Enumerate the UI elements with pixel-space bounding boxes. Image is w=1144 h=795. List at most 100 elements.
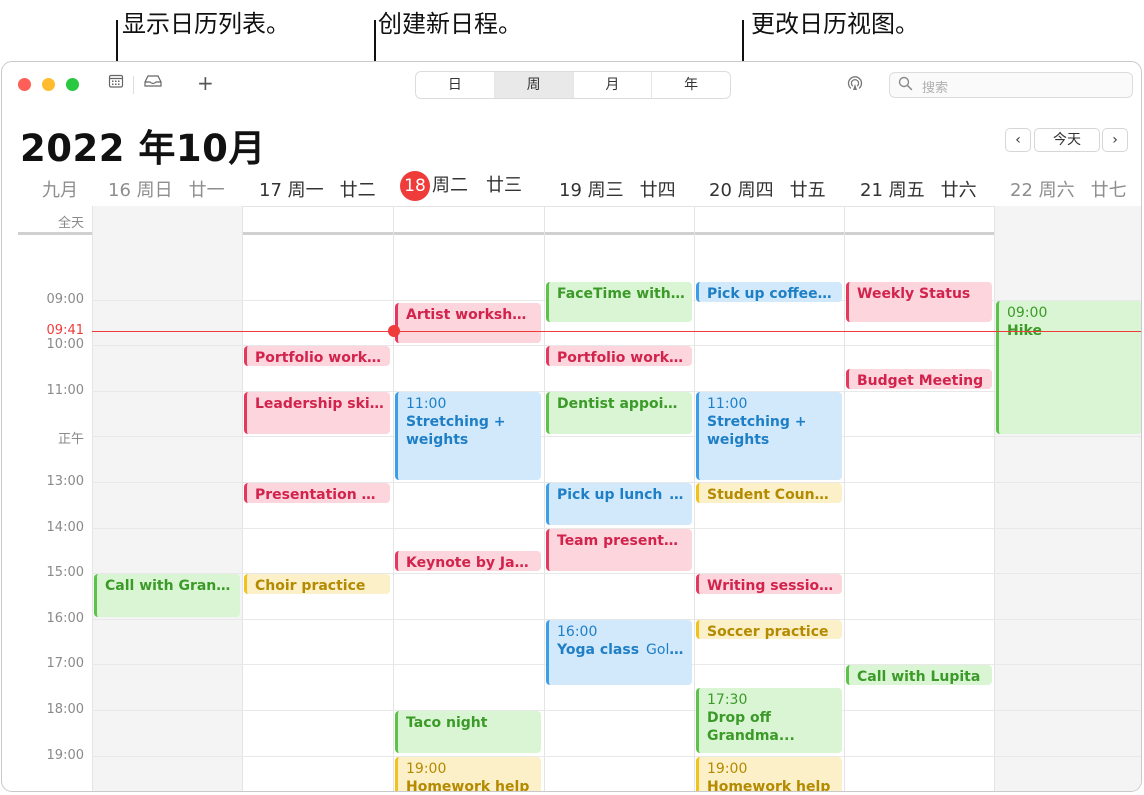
- calendar-event[interactable]: Writing session...: [696, 574, 842, 594]
- week-grid[interactable]: 09:00 10:00 11:00 正午 13:00 14:00 15:00 16:00 17:…: [2, 206, 1141, 792]
- day-column-divider: [544, 206, 545, 791]
- day-lunar: 廿一: [188, 180, 225, 201]
- weekend-shade: [92, 206, 242, 791]
- hour-label: 正午: [57, 432, 84, 448]
- hour-label: 10:00: [46, 337, 84, 353]
- event-title: Taco night: [406, 715, 488, 731]
- calendar-event[interactable]: 11:00 Stretching + weights: [696, 391, 842, 480]
- calendar-event[interactable]: Team presentati...: [546, 528, 692, 571]
- event-title: Artist workshop...: [406, 306, 541, 323]
- calendar-event[interactable]: FaceTime with...: [546, 282, 692, 323]
- today-date-badge: 18: [400, 171, 430, 201]
- day-header-0[interactable]: 16 周日 廿一: [108, 176, 225, 202]
- search-placeholder: 搜索: [922, 81, 949, 96]
- calendar-event[interactable]: Leadership skill...: [244, 391, 390, 435]
- day-lunar: 廿四: [639, 180, 676, 201]
- hour-label: 19:00: [46, 747, 84, 763]
- event-title: Weekly Status: [857, 286, 971, 303]
- day-header-6[interactable]: 22 周六 廿七: [1010, 176, 1127, 202]
- day-column-divider: [393, 206, 394, 791]
- day-lunar: 廿二: [339, 180, 376, 201]
- next-week-button[interactable]: ›: [1102, 128, 1128, 152]
- calendar-event[interactable]: Keynote by Jas...: [395, 551, 541, 571]
- hour-label: 16:00: [46, 610, 84, 626]
- page-title: 2022 年10月: [20, 127, 266, 170]
- event-title: Portfolio work s...: [557, 350, 692, 366]
- day-header-1[interactable]: 17 周一 廿二: [259, 176, 376, 202]
- calendar-event[interactable]: 09:00 Hike: [996, 300, 1141, 435]
- close-window-button[interactable]: [18, 78, 31, 91]
- view-day-button[interactable]: 日: [416, 72, 494, 98]
- day-lunar: 廿五: [789, 180, 826, 201]
- event-time: 11:00: [406, 395, 447, 412]
- calendar-event[interactable]: Pick up coffee P...: [696, 282, 842, 302]
- hour-line: [92, 436, 1141, 438]
- view-week-button[interactable]: 周: [493, 72, 573, 98]
- calendar-event[interactable]: Call with Grandpa: [94, 574, 240, 617]
- hour-label: 14:00: [46, 519, 84, 535]
- view-month-button[interactable]: 月: [572, 72, 652, 98]
- event-title: Student Council...: [707, 487, 842, 503]
- day-header-4[interactable]: 20 周四 廿五: [709, 176, 826, 202]
- zoom-window-button[interactable]: [66, 78, 79, 91]
- search-field[interactable]: 搜索: [889, 72, 1133, 98]
- event-title: Soccer practice: [707, 623, 829, 640]
- hour-label: 13:00: [46, 474, 84, 489]
- calendar-event[interactable]: Student Council...: [696, 483, 842, 503]
- hour-line: [92, 710, 1141, 711]
- event-title: Call with Lupita: [857, 669, 981, 685]
- event-time: 11:00: [707, 395, 748, 412]
- calendar-event[interactable]: Presentation prep: [244, 483, 390, 503]
- event-location: Gold...: [639, 641, 692, 658]
- event-title: Drop off Grandma...: [707, 710, 795, 745]
- day-column-divider: [92, 206, 93, 791]
- day-date: 22 周六: [1010, 180, 1075, 201]
- callout-new-event: 创建新日程。: [378, 10, 522, 38]
- day-column-divider: [994, 206, 995, 791]
- event-title: Team presentati...: [557, 532, 692, 549]
- hour-label: 11:00: [46, 382, 84, 398]
- calendar-event[interactable]: Call with Lupita: [846, 665, 992, 685]
- calendar-event[interactable]: 17:30 Drop off Grandma...: [696, 688, 842, 754]
- calendar-event[interactable]: Portfolio work s...: [546, 346, 692, 366]
- calendar-event[interactable]: 16:00 Yoga class Gold...: [546, 619, 692, 685]
- calendar-list-icon[interactable]: [108, 73, 124, 95]
- callout-calendar-list: 显示日历列表。: [122, 10, 290, 38]
- calendar-event[interactable]: Pick up lunch K...: [546, 483, 692, 526]
- event-title: Pick up lunch: [557, 487, 663, 503]
- event-time: 19:00: [707, 760, 748, 777]
- day-header-2[interactable]: 18 周二 廿三: [400, 171, 522, 201]
- today-button[interactable]: 今天: [1034, 128, 1100, 152]
- day-column-divider: [242, 206, 243, 791]
- day-date: 16 周日: [108, 180, 173, 201]
- day-header-5[interactable]: 21 周五 廿六: [860, 176, 977, 202]
- inbox-icon[interactable]: [143, 73, 163, 95]
- calendar-event[interactable]: Portfolio work s...: [244, 346, 390, 366]
- calendar-event[interactable]: 11:00 Stretching + weights: [395, 391, 541, 480]
- calendar-event[interactable]: Soccer practice: [696, 619, 842, 640]
- hour-line: [92, 755, 1141, 757]
- calendar-event[interactable]: Budget Meeting: [846, 369, 992, 389]
- previous-week-button[interactable]: ‹: [1005, 128, 1031, 152]
- day-header-3[interactable]: 19 周三 廿四: [559, 176, 676, 202]
- minimize-window-button[interactable]: [42, 78, 55, 91]
- view-year-button[interactable]: 年: [651, 72, 730, 98]
- add-event-button[interactable]: +: [197, 72, 214, 94]
- event-title: Budget Meeting: [857, 373, 984, 389]
- calendar-event[interactable]: 19:00 Homework help: [696, 756, 842, 792]
- day-date: 17 周一: [259, 180, 324, 201]
- toolbar-divider: [133, 76, 134, 94]
- day-weekday: 周二 廿三: [432, 175, 522, 196]
- event-title: Choir practice: [255, 578, 366, 594]
- event-title: Writing session...: [707, 578, 842, 594]
- day-lunar: 廿六: [940, 180, 977, 201]
- calendar-event[interactable]: Dentist appoint...: [546, 391, 692, 435]
- calendar-event[interactable]: Taco night: [395, 711, 541, 754]
- calendar-event[interactable]: 19:00 Homework help: [395, 756, 541, 791]
- calendar-event[interactable]: Weekly Status: [846, 282, 992, 323]
- calendar-event[interactable]: Choir practice: [244, 574, 390, 594]
- weekend-shade: [994, 206, 1141, 791]
- calendar-event[interactable]: Artist workshop...: [395, 302, 541, 343]
- airdrop-icon[interactable]: [845, 73, 865, 99]
- event-title: Homework help: [707, 778, 831, 792]
